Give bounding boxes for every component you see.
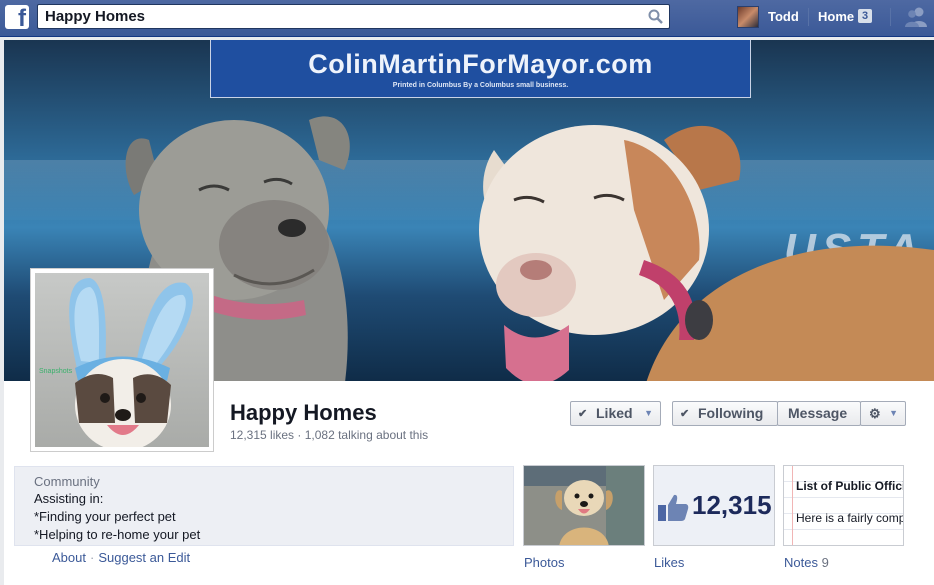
- likes-label[interactable]: Likes: [654, 555, 684, 570]
- cover-bumper-sticker: ColinMartinForMayor.com Printed in Colum…: [210, 40, 751, 98]
- top-navigation-bar: f Happy Homes Todd Home 3: [0, 0, 934, 37]
- svg-text:Snapshots: Snapshots: [39, 368, 73, 375]
- note-excerpt: Here is a fairly comprehensive list: [796, 511, 903, 525]
- photos-label[interactable]: Photos: [524, 555, 564, 570]
- check-icon: ✔: [578, 408, 588, 420]
- suggest-edit-link[interactable]: Suggest an Edit: [98, 550, 190, 565]
- tan-dog-illustration: [474, 110, 934, 381]
- page-settings-button[interactable]: ⚙ ▼: [860, 401, 906, 426]
- profile-picture[interactable]: Snapshots: [30, 268, 214, 452]
- notes-label[interactable]: Notes 9: [784, 555, 829, 570]
- about-line: Assisting in:: [34, 491, 104, 506]
- notes-margin-line: [792, 466, 793, 545]
- liked-button-label: Liked: [596, 405, 633, 421]
- divider: [808, 8, 809, 26]
- notes-label-text[interactable]: Notes: [784, 555, 818, 570]
- facebook-logo-icon[interactable]: f: [5, 5, 29, 29]
- likes-count: 12,315: [692, 490, 772, 520]
- bumper-sticker-subtitle: Printed in Columbus By a Columbus small …: [392, 82, 569, 89]
- liked-button[interactable]: ✔ Liked ▼: [570, 401, 661, 426]
- profile-picture-image: Snapshots: [35, 273, 209, 447]
- thumbs-up-icon: [657, 492, 689, 527]
- bumper-sticker-title: ColinMartinForMayor.com: [308, 49, 653, 79]
- gear-icon: ⚙: [869, 406, 881, 421]
- page-category: Community: [34, 474, 100, 489]
- divider: ·: [89, 550, 95, 565]
- user-name[interactable]: Todd: [768, 9, 799, 24]
- chevron-down-icon: ▼: [644, 408, 653, 418]
- friends-icon[interactable]: [904, 6, 928, 33]
- divider: [890, 8, 891, 26]
- search-icon[interactable]: [648, 9, 663, 29]
- page-title: Happy Homes: [230, 400, 377, 425]
- following-button[interactable]: ✔ Following: [672, 401, 778, 426]
- about-link[interactable]: About: [52, 550, 86, 565]
- photos-tile[interactable]: [523, 465, 645, 546]
- about-links: About · Suggest an Edit: [52, 550, 190, 565]
- likes-tile[interactable]: 12,315: [653, 465, 775, 546]
- following-button-label: Following: [698, 405, 764, 421]
- message-button[interactable]: Message: [777, 401, 861, 426]
- about-section[interactable]: Community Assisting in: *Finding your pe…: [14, 466, 514, 546]
- check-icon: ✔: [680, 408, 690, 420]
- photo-thumbnail: [524, 466, 644, 545]
- search-input[interactable]: Happy Homes: [37, 4, 670, 29]
- home-link[interactable]: Home: [818, 9, 854, 24]
- notes-count: 9: [821, 555, 829, 570]
- message-button-label: Message: [788, 405, 848, 421]
- notes-tile[interactable]: List of Public Offici and News People He…: [783, 465, 904, 546]
- about-line: *Helping to re-home your pet: [34, 527, 201, 542]
- avatar[interactable]: [737, 6, 759, 28]
- search-input-value[interactable]: Happy Homes: [45, 8, 145, 25]
- about-line: *Finding your perfect pet: [34, 509, 176, 524]
- note-title: List of Public Offici and News People: [796, 479, 904, 493]
- home-notification-badge: 3: [858, 9, 872, 23]
- chevron-down-icon: ▼: [889, 408, 898, 418]
- page-stats: 12,315 likes · 1,082 talking about this: [230, 428, 429, 442]
